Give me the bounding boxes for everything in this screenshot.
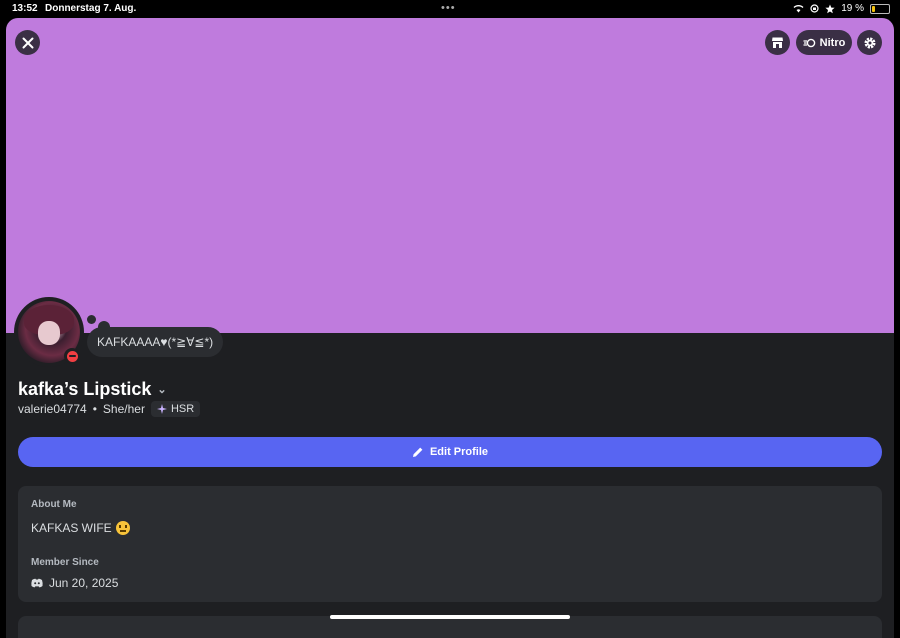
- about-me-label: About Me: [31, 499, 77, 510]
- close-button[interactable]: [15, 30, 40, 55]
- separator: •: [92, 402, 97, 416]
- status-date: Donnerstag 7. Aug.: [45, 3, 137, 14]
- chevron-down-icon: ⌄: [157, 384, 167, 396]
- member-since-label: Member Since: [31, 557, 99, 568]
- pronouns: She/her: [102, 402, 145, 416]
- grimace-emoji-icon: [115, 521, 130, 535]
- status-icons: 19 %: [793, 3, 890, 14]
- status-bubble-dot: [87, 315, 96, 324]
- nitro-label: Nitro: [819, 36, 846, 49]
- star-icon: [825, 4, 835, 13]
- battery-icon: [870, 3, 890, 14]
- status-bar: 13:52 Donnerstag 7. Aug. ••• 19 %: [0, 0, 900, 18]
- edit-profile-label: Edit Profile: [429, 446, 489, 458]
- username-row: valerie04774 • She/her HSR: [18, 401, 201, 417]
- orientation-lock-icon: [810, 4, 819, 13]
- display-name-row[interactable]: kafka’s Lipstick ⌄: [18, 379, 167, 400]
- member-since-date: Jun 20, 2025: [49, 576, 119, 590]
- nitro-button[interactable]: Nitro: [796, 30, 852, 55]
- discord-icon: [31, 578, 43, 588]
- username: valerie04774: [18, 402, 87, 416]
- about-card: About Me KAFKAS WIFE Member Since Jun 20…: [18, 486, 882, 602]
- nitro-icon: [803, 38, 815, 47]
- next-card: [18, 616, 882, 638]
- shop-icon: [772, 37, 783, 48]
- display-name: kafka’s Lipstick: [18, 379, 152, 399]
- multitasking-dots-icon[interactable]: •••: [441, 2, 456, 14]
- sparkle-icon: [156, 404, 167, 414]
- server-tag-label: HSR: [170, 403, 195, 415]
- server-tag[interactable]: HSR: [150, 401, 201, 417]
- dnd-status-icon: [64, 348, 80, 364]
- gear-icon: [864, 37, 875, 48]
- member-since-row: Jun 20, 2025: [31, 576, 118, 590]
- wifi-icon: [793, 5, 804, 13]
- home-indicator[interactable]: [330, 615, 570, 619]
- edit-profile-button[interactable]: Edit Profile: [18, 437, 882, 467]
- pencil-icon: [412, 447, 423, 457]
- settings-button[interactable]: [857, 30, 882, 55]
- custom-status-bubble[interactable]: KAFKAAAA♥(*≧∀≦*): [87, 327, 224, 357]
- about-me-row: KAFKAS WIFE: [31, 521, 130, 535]
- profile-banner: [6, 18, 894, 333]
- shop-button[interactable]: [765, 30, 790, 55]
- status-time: 13:52: [12, 3, 38, 14]
- custom-status-text: KAFKAAAA♥(*≧∀≦*): [97, 335, 214, 349]
- profile-sheet: Nitro KAFKAAAA♥(*≧∀≦*) kafka’s Lipstick …: [6, 18, 894, 638]
- battery-percent: 19 %: [841, 3, 864, 14]
- about-me-text: KAFKAS WIFE: [31, 521, 112, 535]
- close-icon: [22, 37, 33, 48]
